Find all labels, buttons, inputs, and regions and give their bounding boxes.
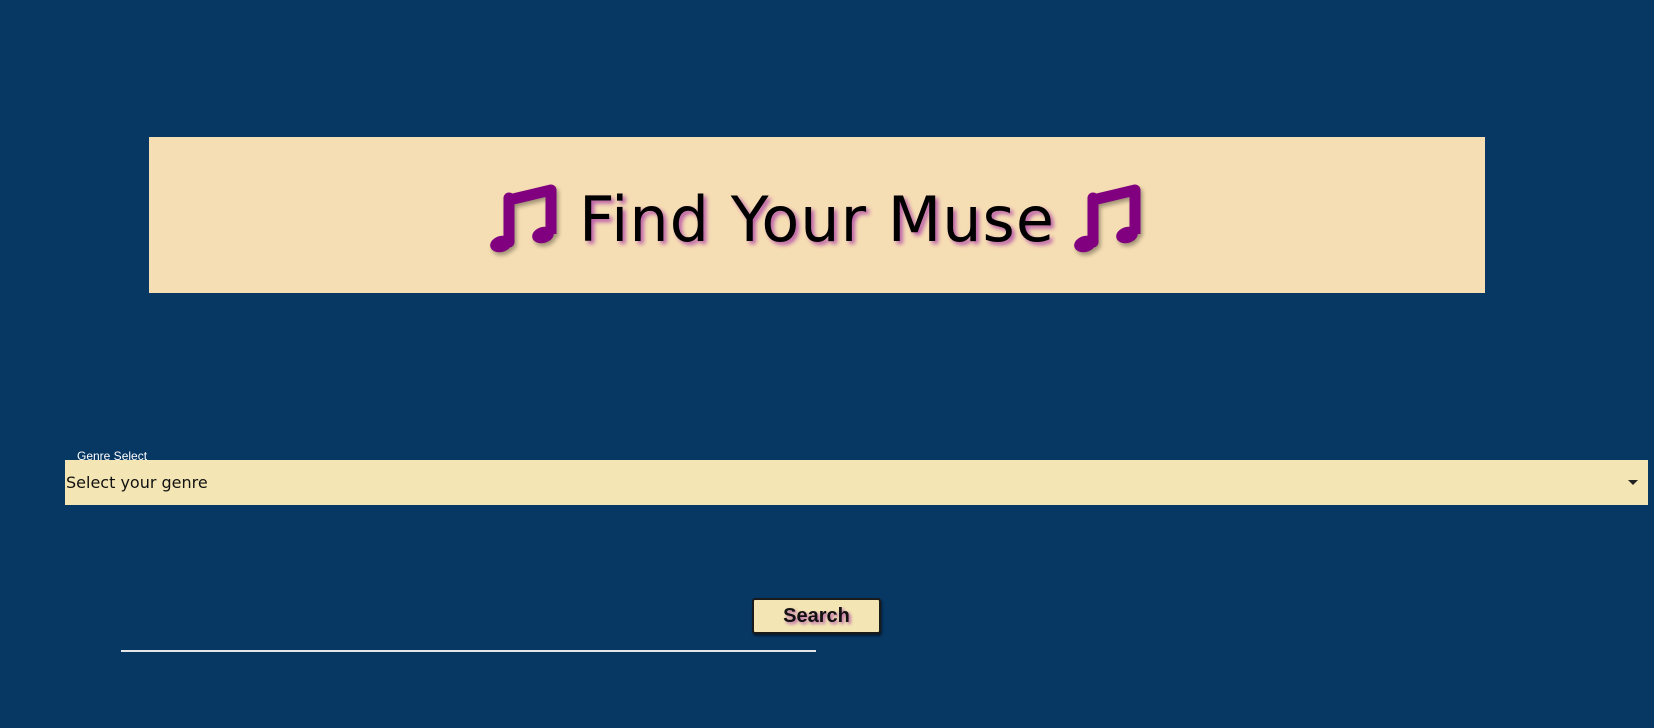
page-title: Find Your Muse xyxy=(578,183,1056,256)
music-note-icon xyxy=(489,184,561,256)
music-note-icon xyxy=(1073,184,1145,256)
search-button[interactable]: Search xyxy=(752,598,881,634)
banner-content: Find Your Muse xyxy=(489,184,1145,256)
genre-select[interactable]: Select your genre xyxy=(65,460,1648,505)
caret-down-icon xyxy=(1628,480,1638,485)
header-banner: Find Your Muse xyxy=(149,137,1485,293)
divider-line xyxy=(121,650,816,652)
genre-select-value: Select your genre xyxy=(66,473,208,492)
